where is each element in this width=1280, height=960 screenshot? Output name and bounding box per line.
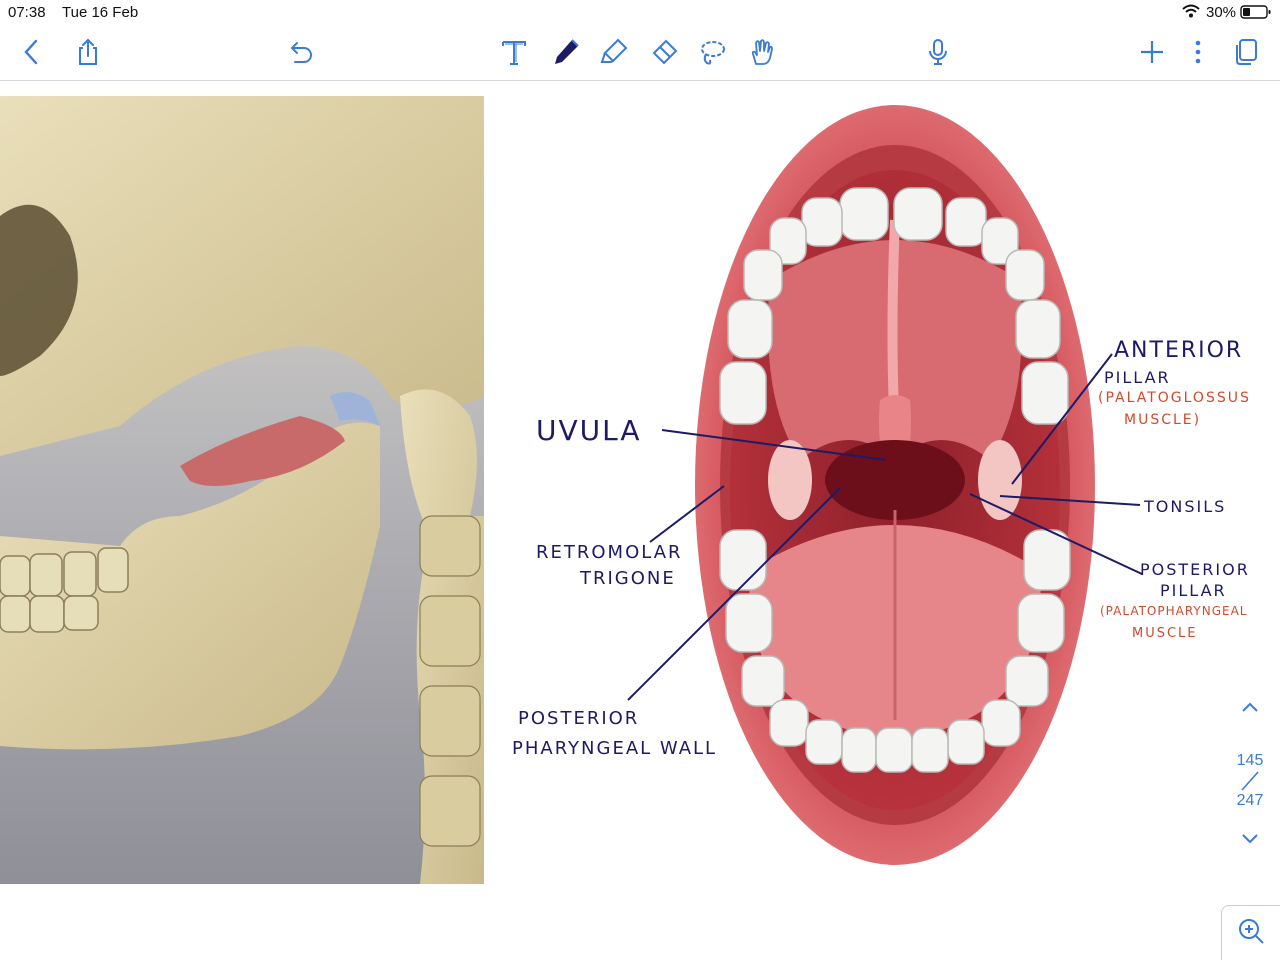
label-posterior-pillar-2: PILLAR bbox=[1160, 581, 1227, 600]
label-uvula: UVULA bbox=[536, 414, 642, 447]
label-posterior: POSTERIOR bbox=[518, 708, 640, 729]
label-posterior-pillar: POSTERIOR bbox=[1140, 560, 1250, 579]
label-palatopharyngeal-muscle: MUSCLE bbox=[1132, 626, 1198, 641]
annotation-lines bbox=[627, 353, 1143, 701]
chevron-down-icon[interactable] bbox=[1220, 832, 1280, 851]
label-tonsils: TONSILS bbox=[1144, 497, 1227, 516]
label-palatoglossus-muscle: MUSCLE) bbox=[1124, 412, 1202, 428]
label-palatopharyngeal: (PALATOPHARYNGEAL bbox=[1100, 604, 1248, 618]
zoom-in-icon bbox=[1236, 916, 1266, 951]
zoom-button[interactable] bbox=[1221, 905, 1280, 960]
label-trigone: TRIGONE bbox=[580, 568, 676, 589]
label-pharyngeal-wall: PHARYNGEAL WALL bbox=[512, 738, 718, 759]
label-anterior-pillar: PILLAR bbox=[1104, 368, 1171, 387]
page-separator bbox=[1220, 770, 1280, 792]
label-palatoglossus: (PALATOGLOSSUS bbox=[1098, 390, 1251, 406]
page-total: 247 bbox=[1236, 792, 1264, 809]
page-current: 145 bbox=[1236, 752, 1264, 769]
page-navigator: 145 247 bbox=[1220, 700, 1280, 851]
label-anterior: ANTERIOR bbox=[1114, 338, 1244, 363]
chevron-up-icon[interactable] bbox=[1220, 700, 1280, 732]
label-retromolar: RETROMOLAR bbox=[536, 542, 683, 563]
